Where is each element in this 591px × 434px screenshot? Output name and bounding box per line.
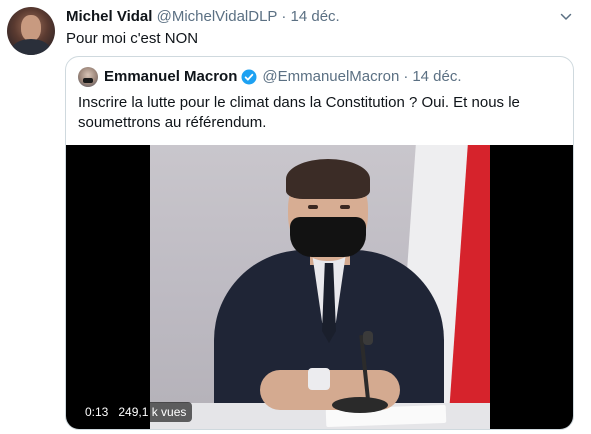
video-player[interactable]: 0:13 249,1 k vues	[66, 145, 573, 429]
quoted-tweet-date[interactable]: 14 déc.	[412, 68, 461, 86]
quoted-author-avatar[interactable]	[78, 67, 98, 87]
microphone-base	[332, 397, 388, 413]
tweet-date[interactable]: 14 déc.	[291, 8, 340, 25]
face-mask	[290, 217, 366, 257]
video-view-count: 249,1 k vues	[118, 405, 187, 419]
quoted-tweet-text: Inscrire la lutte pour le climat dans la…	[78, 94, 520, 131]
video-frame	[150, 145, 490, 429]
quoted-tweet[interactable]: Emmanuel Macron @EmmanuelMacron · 14 déc…	[65, 56, 574, 430]
tweet[interactable]: Michel Vidal @MichelVidalDLP · 14 déc. P…	[0, 0, 591, 434]
quoted-author-handle[interactable]: @EmmanuelMacron	[262, 68, 399, 86]
speaker-eye-left	[308, 205, 318, 209]
shirt-cuff	[308, 368, 330, 390]
quoted-author-name[interactable]: Emmanuel Macron	[104, 68, 237, 86]
speaker-eye-right	[340, 205, 350, 209]
tweet-text: Pour moi c'est NON	[66, 30, 199, 47]
verified-badge-icon	[241, 69, 257, 85]
author-name[interactable]: Michel Vidal	[66, 8, 152, 25]
author-avatar[interactable]	[7, 7, 55, 55]
video-timestamp: 0:13	[85, 405, 109, 419]
avatar-body	[11, 39, 51, 55]
separator-dot: ·	[281, 8, 287, 25]
quoted-tweet-header: Emmanuel Macron @EmmanuelMacron · 14 déc…	[104, 68, 462, 86]
avatar-face	[21, 15, 41, 41]
tweet-header: Michel Vidal @MichelVidalDLP · 14 déc.	[66, 8, 340, 26]
speaker-hair	[286, 159, 370, 199]
separator-dot: ·	[403, 68, 409, 85]
microphone-icon	[363, 331, 373, 345]
video-info-overlay: 0:13 249,1 k vues	[79, 402, 193, 422]
more-icon	[560, 13, 572, 20]
more-options-button[interactable]	[553, 6, 579, 26]
author-handle[interactable]: @MichelVidalDLP	[157, 8, 278, 25]
avatar-mask	[83, 78, 93, 83]
